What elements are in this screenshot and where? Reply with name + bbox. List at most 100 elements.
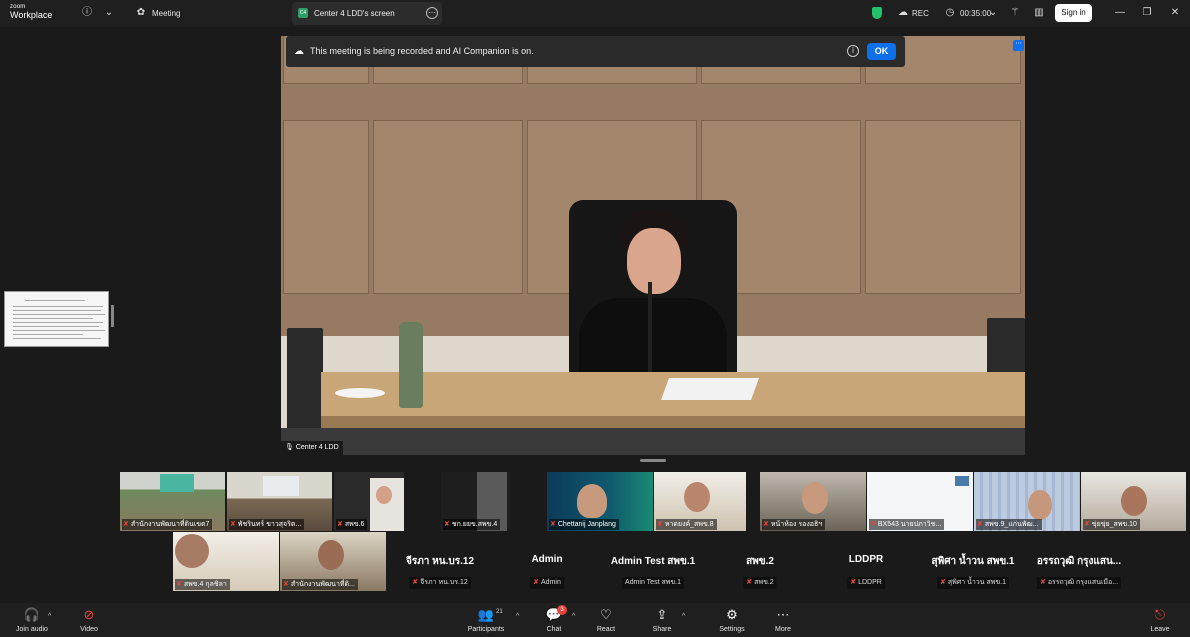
participant-tile[interactable]: ✘ Chettanij Janplang (547, 472, 653, 531)
magic-wand-icon[interactable]: ⚚ (1009, 7, 1021, 19)
participant-tile[interactable]: ✘ พัชรินทร์ ขาวสุจริต... (227, 472, 332, 531)
participant-name: ✘ สำนักงานพัฒนาที่ดินเขต7 (122, 519, 213, 530)
share-button[interactable]: ⇪ Share (632, 606, 692, 636)
chat-button[interactable]: 💬 Chat (524, 606, 584, 636)
speaker-icon: 🎙 (285, 444, 296, 451)
restore-icon[interactable]: ❐ (1141, 7, 1153, 18)
participants-icon: 👥 (477, 607, 495, 622)
participant-display-name: LDDPR (848, 554, 884, 565)
rec-label[interactable]: REC (912, 9, 929, 18)
more-icon[interactable]: ⋯ (426, 7, 438, 19)
shared-screen (281, 36, 1025, 455)
participants-caret-icon[interactable]: ^ (516, 613, 519, 620)
mic-muted-icon: ✘ (337, 521, 343, 528)
document-thumbnail[interactable] (4, 291, 109, 347)
mic-muted-icon: ✘ (123, 521, 129, 528)
zoom-window: zoom Workplace ⓘ ⌄ ✿ Meeting C4 Center 4… (0, 0, 1190, 637)
thumbnail-resize-handle[interactable] (111, 305, 114, 327)
participant-tile[interactable]: ✘ หน้าห้อง รองอธิฯ (760, 472, 866, 531)
layout-icon[interactable]: ▥ (1033, 7, 1045, 19)
mic-muted-icon: ✘ (870, 521, 876, 528)
participants-button[interactable]: 👥 Participants (456, 606, 516, 636)
participant-name: ✘ สพข.6 (336, 519, 368, 530)
share-caret-icon[interactable]: ^ (682, 613, 685, 620)
mic-muted-icon: ✘ (230, 521, 236, 528)
participant-name: ✘ Admin (530, 577, 564, 589)
participant-tile[interactable]: ✘ BX543 นายปภาวิช... (867, 472, 973, 531)
mic-muted-icon: ✘ (444, 521, 450, 528)
participant-tile[interactable]: LDDPR ✘ LDDPR (813, 532, 919, 591)
participant-name: ✘ BX543 นายปภาวิช... (869, 519, 945, 530)
mic-muted-icon: ✘ (550, 521, 556, 528)
mic-muted-icon: ✘ (533, 579, 540, 586)
sign-in-button[interactable]: Sign in (1055, 4, 1092, 22)
mic-muted-icon: ✘ (850, 579, 857, 586)
participant-name: ✘ สพข.4 กุลชิลา (175, 579, 230, 590)
meeting-label[interactable]: Meeting (152, 9, 180, 18)
video-button[interactable]: ⊘ Video (59, 606, 119, 636)
participant-tile[interactable]: สุพิศา น้ำวน สพข.1 ✘ สุพิศา น้ำวน สพข.1 (920, 532, 1026, 591)
participant-tile[interactable]: ✘ หาดยงค์_สพข.8 (654, 472, 746, 531)
participant-tile[interactable]: ✘ สำนักงานพัฒนาที่ดินเขต7 (120, 472, 225, 531)
mic-muted-icon: ✘ (412, 579, 419, 586)
water-bottle (399, 322, 423, 408)
shield-icon[interactable] (872, 7, 882, 19)
participant-name: ✘ สำนักงานพัฒนาที่ดิ... (282, 579, 358, 590)
title-bar: zoom Workplace ⓘ ⌄ ✿ Meeting C4 Center 4… (0, 0, 1190, 27)
participants-count: 21 (496, 609, 503, 615)
clock-icon: ◷ (945, 7, 955, 18)
zoom-logo: zoom Workplace (10, 4, 52, 20)
minimize-icon[interactable]: — (1114, 7, 1126, 18)
share-tab-icon: C4 (298, 8, 308, 18)
close-icon[interactable]: ✕ (1169, 7, 1181, 18)
participant-name: ✘ สุพิศา น้ำวน สพข.1 (937, 577, 1009, 589)
mic-muted-icon: ✘ (176, 581, 182, 588)
chat-caret-icon[interactable]: ^ (572, 613, 575, 620)
ok-button[interactable]: OK (867, 43, 896, 60)
participant-tile[interactable]: Admin Test สพข.1 Admin Test สพข.1 (600, 532, 706, 591)
chevron-down-icon[interactable]: ⌄ (103, 7, 115, 19)
video-off-icon: ⊘ (83, 607, 95, 622)
mic-muted-icon: ✘ (1084, 521, 1090, 528)
participant-display-name: อรรถวุฒิ กรุงแสน... (1036, 556, 1122, 567)
brand-line2: Workplace (10, 10, 53, 20)
headphones-icon: 🎧 (23, 607, 41, 622)
table-edge (321, 416, 1025, 428)
share-screen-tab[interactable]: C4 Center 4 LDD's screen ⋯ (292, 2, 442, 25)
leave-button[interactable]: ⎋ Leave (1130, 606, 1190, 636)
chat-badge: 3 (557, 605, 567, 615)
participant-tile[interactable]: จีรภา หน.บร.12 ✘ จีรภา หน.บร.12 (387, 532, 493, 591)
plate (335, 388, 385, 398)
leave-door-icon: ⎋ (1154, 607, 1166, 622)
participant-tile[interactable]: Admin ✘ Admin (494, 532, 600, 591)
paper-sheet (660, 378, 760, 400)
participant-tile[interactable]: ✘ สพข.9_แก่นพัฒ... (974, 472, 1080, 531)
meeting-paw-icon: ✿ (136, 7, 146, 18)
participant-tile[interactable]: อรรถวุฒิ กรุงแสน... ✘ อรรถวุฒิ กรุงแสนเมื… (1026, 532, 1132, 591)
recording-notice: ☁ This meeting is being recorded and AI … (286, 36, 905, 67)
react-button[interactable]: ♡ React (576, 606, 636, 636)
audio-caret-icon[interactable]: ^ (48, 613, 51, 620)
info-icon[interactable]: ⓘ (81, 7, 93, 19)
participant-name: ✘ หาดยงค์_สพข.8 (656, 519, 717, 530)
more-button[interactable]: ⋯ More (753, 606, 813, 636)
participant-tile[interactable]: ✘ สพข.4 กุลชิลา (173, 532, 279, 591)
floor (281, 428, 1025, 455)
share-presenter-name: 🎙 Center 4 LDD (281, 441, 343, 455)
participant-tile[interactable]: ✘ สพข.6 (334, 472, 404, 531)
timer-chevron-icon[interactable]: ⌄ (987, 7, 999, 19)
participant-tile[interactable]: ✘ ชก.ยยข.สพข.4 (441, 472, 511, 531)
participant-tile[interactable]: สพข.2 ✘ สพข.2 (707, 532, 813, 591)
microphone (648, 282, 652, 382)
recording-notice-text: This meeting is being recorded and AI Co… (310, 46, 534, 56)
participant-name: ✘ พัชรินทร์ ขาวสุจริต... (229, 519, 305, 530)
join-audio-button[interactable]: 🎧 Join audio (2, 606, 62, 636)
info-icon[interactable]: i (847, 45, 859, 57)
mic-muted-icon: ✘ (1039, 579, 1046, 586)
participant-name: ✘ จีรภา หน.บร.12 (409, 577, 471, 589)
view-options-icon[interactable]: ⋯ (1013, 40, 1024, 51)
participant-tile[interactable]: ✘ ขุ่ยขุ่ย_สพข.10 (1081, 472, 1186, 531)
participant-tile[interactable]: ✘ สำนักงานพัฒนาที่ดิ... (280, 532, 386, 591)
gallery-drag-handle[interactable] (640, 459, 666, 462)
meeting-toolbar: 🎧 Join audio ^ ⊘ Video 👥 Participants 21… (0, 603, 1190, 637)
